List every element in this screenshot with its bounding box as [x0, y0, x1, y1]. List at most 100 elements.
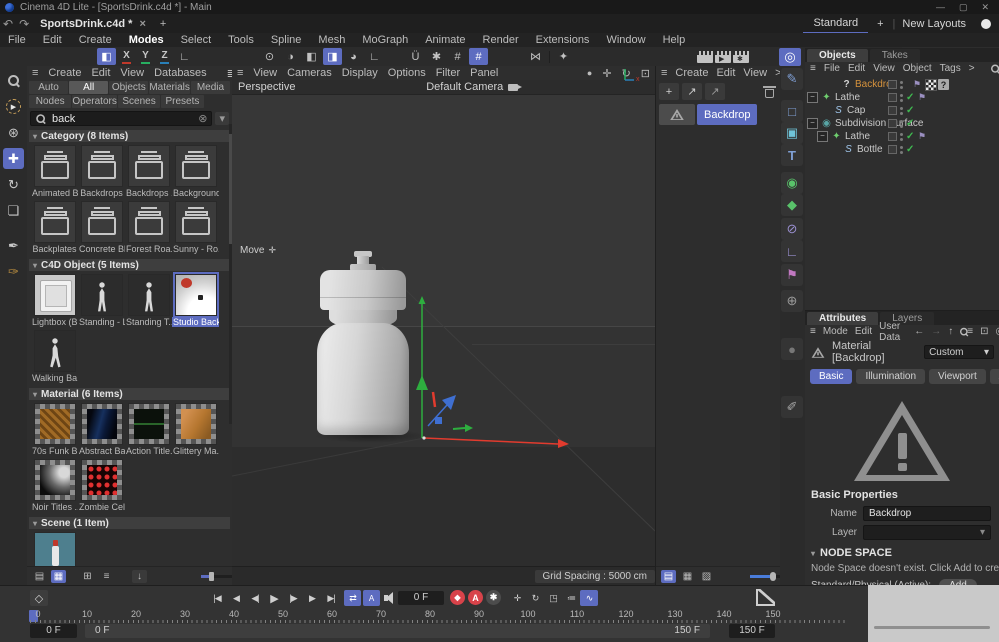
- browser-burger-icon[interactable]: ≡: [32, 67, 38, 79]
- asset-action-title[interactable]: Action Title...: [125, 403, 172, 456]
- am-menu-mode[interactable]: Mode: [823, 326, 848, 337]
- visibility-dots[interactable]: [900, 120, 903, 128]
- view-label[interactable]: Perspective: [238, 81, 295, 93]
- pen-palette-icon[interactable]: ✐: [781, 396, 803, 418]
- am-menu-edit[interactable]: Edit: [855, 326, 872, 337]
- redo-icon[interactable]: ↷: [19, 17, 29, 31]
- asset-lightbox[interactable]: Lightbox (B...: [31, 274, 78, 327]
- tree-row-lathe-1[interactable]: − ✦ Lathe ✓ ⚑: [805, 91, 999, 104]
- asset-abstract[interactable]: Abstract Ba...: [78, 403, 125, 456]
- tab-nodes[interactable]: Nodes: [29, 95, 71, 108]
- coordinate-system-icon[interactable]: ∟: [175, 48, 194, 65]
- section-c4d-object-header[interactable]: ▾ C4D Object (5 Items): [29, 259, 230, 271]
- preview-range-slider[interactable]: 0 F 150 F: [85, 624, 710, 638]
- demote-arrow-icon[interactable]: ↗: [705, 83, 725, 100]
- snap-settings-icon[interactable]: Ü: [406, 48, 425, 65]
- tab-scenes[interactable]: Scenes: [118, 95, 160, 108]
- vp-menu-display[interactable]: Display: [342, 67, 378, 79]
- document-tab-close-icon[interactable]: ×: [139, 18, 145, 30]
- tab-attributes[interactable]: Attributes: [807, 312, 878, 325]
- keyframe-diamond-icon[interactable]: ◇: [30, 590, 48, 606]
- mini-object-row-backdrop[interactable]: Backdrop: [656, 102, 781, 127]
- om-menu-view[interactable]: View: [873, 63, 895, 74]
- spline-primitive-icon[interactable]: □: [781, 100, 803, 122]
- tab-media[interactable]: Media: [191, 81, 230, 94]
- am-burger-icon[interactable]: ≡: [810, 326, 816, 337]
- enabled-check-icon[interactable]: ✓: [906, 92, 914, 103]
- expander-icon[interactable]: −: [807, 118, 818, 129]
- vp-menu-filter[interactable]: Filter: [436, 67, 460, 79]
- tab-basic[interactable]: Basic: [810, 369, 852, 384]
- mini-menu-view[interactable]: View: [743, 67, 767, 79]
- om-menu-file[interactable]: File: [824, 63, 840, 74]
- tool-settings-icon[interactable]: ⊛: [3, 122, 24, 143]
- enable-toggle[interactable]: [888, 93, 897, 102]
- snap-gear-icon[interactable]: ✱: [427, 48, 446, 65]
- menu-tools[interactable]: Tools: [228, 34, 254, 46]
- interactive-render-icon[interactable]: ◎: [779, 48, 801, 66]
- next-frame-button[interactable]: |▶: [284, 590, 302, 606]
- search-input[interactable]: back ⊗: [30, 111, 212, 126]
- grid-snap-icon[interactable]: #: [448, 48, 467, 65]
- am-up-icon[interactable]: ↑: [948, 326, 953, 337]
- expander-icon[interactable]: −: [817, 131, 828, 142]
- display-tag-icon[interactable]: ⚑: [918, 92, 926, 103]
- maximize-button[interactable]: ▢: [959, 2, 968, 13]
- layouts-toggle[interactable]: [981, 19, 991, 29]
- menu-render[interactable]: Render: [483, 34, 519, 46]
- menu-edit[interactable]: Edit: [43, 34, 62, 46]
- browser-menu-databases[interactable]: Databases: [154, 67, 207, 79]
- live-selection-icon[interactable]: ▶: [3, 96, 24, 117]
- next-key-button[interactable]: ▶: [303, 590, 321, 606]
- previous-frame-button[interactable]: ◀|: [246, 590, 264, 606]
- menu-window[interactable]: Window: [606, 34, 645, 46]
- move-tool-icon[interactable]: ✚: [3, 148, 24, 169]
- menu-create[interactable]: Create: [79, 34, 112, 46]
- generator-cube-icon[interactable]: ◆: [781, 194, 803, 216]
- goto-end-button[interactable]: ▶|: [322, 590, 340, 606]
- model-mode-icon[interactable]: ⊙: [260, 48, 279, 65]
- trash-icon[interactable]: [765, 86, 774, 97]
- menu-select[interactable]: Select: [181, 34, 212, 46]
- section-scene-header[interactable]: ▾ Scene (1 Item): [29, 517, 230, 529]
- polygons-mode-icon[interactable]: ◕: [344, 48, 363, 65]
- name-input[interactable]: Backdrop: [863, 506, 991, 521]
- tab-assign[interactable]: Assign: [990, 369, 999, 384]
- camera-pan-icon[interactable]: ✛: [602, 67, 611, 80]
- workplane-icon[interactable]: ∟: [365, 48, 384, 65]
- modeling-settings-icon[interactable]: ✦: [554, 48, 573, 65]
- tree-row-bottle[interactable]: S Bottle ✓: [805, 143, 999, 156]
- visibility-dots[interactable]: [900, 94, 903, 102]
- range-start-field[interactable]: 0 F: [30, 624, 77, 638]
- vp-menu-panel[interactable]: Panel: [470, 67, 498, 79]
- asset-concrete[interactable]: Concrete Bl...: [78, 201, 125, 254]
- viewport-burger-icon[interactable]: ≡: [237, 67, 243, 79]
- asset-backdrops[interactable]: Backdrops: [78, 145, 125, 198]
- record-position-icon[interactable]: ✛: [508, 590, 526, 606]
- camera-dolly-icon[interactable]: ●: [587, 68, 592, 78]
- menu-spline[interactable]: Spline: [271, 34, 302, 46]
- om-menu-object[interactable]: Object: [903, 63, 932, 74]
- menu-help[interactable]: Help: [663, 34, 686, 46]
- tab-viewport[interactable]: Viewport: [929, 369, 986, 384]
- pen-tool-icon[interactable]: ✒: [3, 235, 24, 256]
- menu-modes[interactable]: Modes: [129, 34, 164, 46]
- clear-search-icon[interactable]: ⊗: [198, 112, 207, 125]
- viewport-canvas[interactable]: Move ✛: [232, 95, 655, 568]
- new-layouts-button[interactable]: New Layouts: [902, 18, 966, 30]
- scale-tool-icon[interactable]: ❏: [3, 200, 24, 221]
- timeline-ruler[interactable]: 0 10 20 30 40 50 60 70 80 90 100 110 120…: [0, 609, 845, 623]
- tab-takes[interactable]: Takes: [870, 49, 920, 62]
- asset-walking[interactable]: Walking Ba...: [31, 330, 78, 383]
- menu-animate[interactable]: Animate: [425, 34, 465, 46]
- render-picture-viewer-icon[interactable]: ▶: [715, 51, 731, 63]
- primitive-cube-icon[interactable]: ▣: [781, 122, 803, 144]
- vp-menu-view[interactable]: View: [253, 67, 277, 79]
- layout-tab-standard[interactable]: Standard: [803, 14, 868, 34]
- horizontal-scrollbar[interactable]: [874, 626, 990, 629]
- asset-forest[interactable]: Forest Roa...: [125, 201, 172, 254]
- tab-presets[interactable]: Presets: [161, 95, 203, 108]
- am-target-icon[interactable]: ◎: [995, 326, 999, 337]
- axis-icon[interactable]: ∟: [781, 240, 803, 262]
- goto-start-button[interactable]: |◀: [208, 590, 226, 606]
